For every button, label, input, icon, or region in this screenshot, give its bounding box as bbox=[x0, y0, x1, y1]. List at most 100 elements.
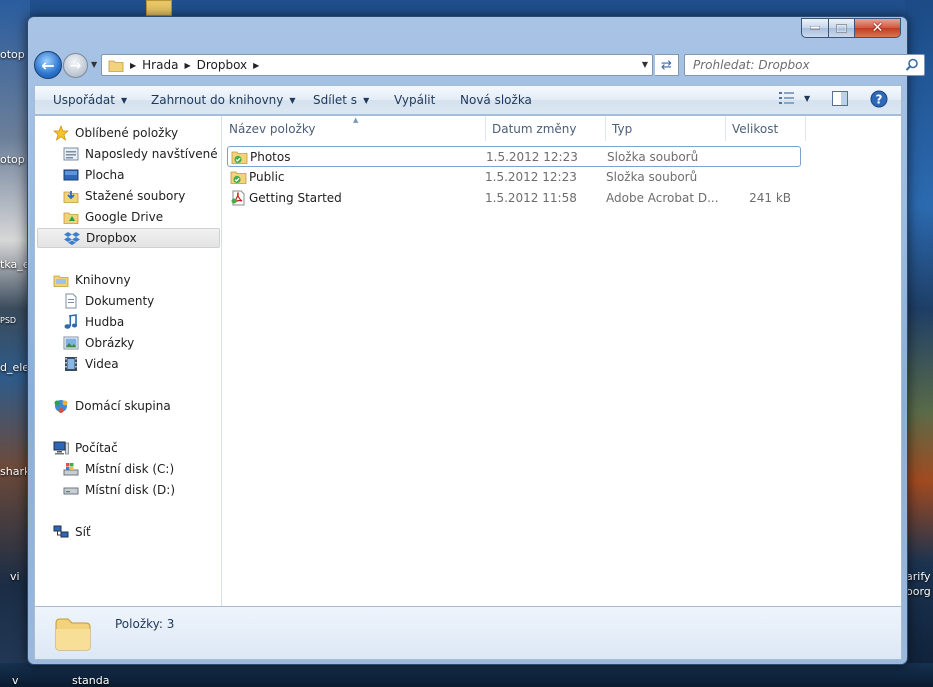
file-name: Getting Started bbox=[249, 191, 342, 205]
search-input[interactable] bbox=[685, 55, 895, 75]
file-row-public[interactable]: Public 1.5.2012 12:23 Složka souborů bbox=[227, 167, 801, 188]
breadcrumb-hrada[interactable]: Hrada bbox=[142, 58, 178, 72]
nav-item-dropbox[interactable]: Dropbox bbox=[37, 228, 220, 248]
nav-item-desktop[interactable]: Plocha bbox=[63, 165, 124, 185]
desktop-label[interactable]: shark bbox=[0, 465, 30, 478]
nav-item-label: Obrázky bbox=[85, 336, 135, 350]
nav-item-label: Stažené soubory bbox=[85, 189, 186, 203]
nav-homegroup-label: Domácí skupina bbox=[75, 399, 171, 413]
organize-button[interactable]: Uspořádat ▼ bbox=[53, 93, 127, 107]
nav-favorites[interactable]: Oblíbené položky bbox=[53, 123, 178, 143]
desktop-label[interactable]: v bbox=[12, 674, 19, 687]
breadcrumb-dropbox[interactable]: Dropbox bbox=[197, 58, 248, 72]
minimize-button[interactable] bbox=[801, 18, 829, 38]
details-pane: Položky: 3 bbox=[34, 606, 902, 660]
desktop-label[interactable]: d_ele bbox=[0, 361, 29, 374]
file-type: Adobe Acrobat D... bbox=[606, 191, 719, 205]
nav-favorites-label: Oblíbené položky bbox=[75, 126, 179, 140]
share-with-button[interactable]: Sdílet s ▼ bbox=[313, 93, 369, 107]
nav-network[interactable]: Síť bbox=[53, 522, 91, 542]
address-bar[interactable]: ▶ Hrada ▶ Dropbox ▶ ▼ bbox=[101, 54, 653, 76]
recent-pages-dropdown[interactable]: ▼ bbox=[91, 60, 97, 69]
desktop-left-strip bbox=[0, 0, 30, 687]
video-film-icon bbox=[65, 357, 77, 371]
desktop-label[interactable]: otop bbox=[0, 48, 25, 61]
network-icon bbox=[53, 525, 69, 538]
close-button[interactable]: ✕ bbox=[855, 18, 901, 38]
breadcrumb-chevron-icon[interactable]: ▶ bbox=[130, 61, 136, 70]
maximize-icon bbox=[836, 23, 847, 33]
star-icon bbox=[53, 125, 69, 141]
desktop-label[interactable]: oorg bbox=[906, 585, 931, 598]
nav-item-videos[interactable]: Videa bbox=[63, 354, 119, 374]
file-type: Složka souborů bbox=[606, 170, 698, 184]
desktop-label[interactable]: standa bbox=[72, 674, 109, 687]
breadcrumb-chevron-icon[interactable]: ▶ bbox=[184, 61, 190, 70]
search-icon[interactable] bbox=[905, 58, 919, 72]
help-button[interactable]: ? bbox=[870, 90, 888, 111]
music-note-icon bbox=[64, 314, 78, 329]
back-button[interactable]: ← bbox=[34, 51, 62, 79]
chevron-down-icon[interactable]: ▼ bbox=[642, 60, 648, 69]
homegroup-icon bbox=[54, 400, 68, 413]
libraries-icon bbox=[53, 275, 69, 287]
nav-item-music[interactable]: Hudba bbox=[63, 312, 124, 332]
nav-item-pictures[interactable]: Obrázky bbox=[63, 333, 134, 353]
nav-computer[interactable]: Počítač bbox=[53, 438, 118, 458]
column-header-type[interactable]: Typ bbox=[606, 116, 726, 141]
nav-item-downloads[interactable]: Stažené soubory bbox=[63, 186, 185, 206]
preview-pane-button[interactable] bbox=[832, 91, 848, 109]
refresh-button[interactable]: ⇄ bbox=[655, 54, 679, 76]
nav-libraries[interactable]: Knihovny bbox=[53, 270, 131, 290]
recent-places-icon bbox=[63, 147, 79, 161]
system-drive-icon bbox=[63, 463, 79, 476]
burn-button[interactable]: Vypálit bbox=[394, 93, 435, 107]
include-in-library-button[interactable]: Zahrnout do knihovny ▼ bbox=[151, 93, 296, 107]
nav-item-google-drive[interactable]: Google Drive bbox=[63, 207, 163, 227]
shared-folder-icon bbox=[230, 171, 247, 184]
desktop-label[interactable]: otop bbox=[0, 153, 25, 166]
column-type-label: Typ bbox=[612, 121, 633, 136]
desktop-label[interactable]: tka_e bbox=[0, 258, 30, 271]
maximize-button[interactable] bbox=[829, 18, 855, 38]
column-date-label: Datum změny bbox=[492, 121, 577, 136]
nav-item-label: Plocha bbox=[85, 168, 125, 182]
help-icon: ? bbox=[870, 90, 888, 108]
file-name: Public bbox=[249, 170, 285, 184]
desktop-right-strip bbox=[905, 0, 933, 687]
nav-item-disk-d[interactable]: Místní disk (D:) bbox=[63, 480, 175, 500]
explorer-window: ✕ ← → ▼ ▶ Hrada ▶ Dropbox ▶ ▼ ⇄ Prohleda… bbox=[27, 16, 925, 665]
folder-icon bbox=[55, 618, 91, 651]
nav-item-disk-c[interactable]: Místní disk (C:) bbox=[63, 459, 174, 479]
desktop-folder-icon[interactable] bbox=[146, 0, 172, 16]
desktop-label[interactable]: vi bbox=[10, 570, 20, 583]
pictures-icon bbox=[63, 336, 79, 350]
hard-drive-icon bbox=[63, 487, 79, 495]
file-row-photos[interactable]: Photos 1.5.2012 12:23 Složka souborů bbox=[227, 146, 801, 167]
file-name: Photos bbox=[250, 150, 291, 164]
google-drive-folder-icon bbox=[63, 212, 79, 224]
breadcrumb-chevron-icon[interactable]: ▶ bbox=[253, 61, 259, 70]
share-label: Sdílet s bbox=[313, 93, 358, 107]
file-date: 1.5.2012 12:23 bbox=[485, 170, 577, 184]
new-folder-button[interactable]: Nová složka bbox=[460, 93, 532, 107]
nav-item-documents[interactable]: Dokumenty bbox=[63, 291, 154, 311]
file-row-getting-started[interactable]: Getting Started 1.5.2012 11:58 Adobe Acr… bbox=[227, 188, 801, 209]
content-area: Oblíbené položky Naposledy navštívené Pl… bbox=[34, 116, 902, 606]
arrow-left-icon: ← bbox=[41, 55, 55, 75]
nav-item-label: Hudba bbox=[85, 315, 125, 329]
nav-homegroup[interactable]: Domácí skupina bbox=[53, 396, 171, 416]
change-view-button[interactable] bbox=[779, 91, 795, 108]
nav-item-label: Videa bbox=[85, 357, 119, 371]
column-header-name[interactable]: Název položky bbox=[223, 116, 486, 141]
desktop-label[interactable]: arify bbox=[906, 570, 931, 583]
caption-buttons: ✕ bbox=[801, 18, 901, 38]
column-header-date[interactable]: Datum změny bbox=[486, 116, 606, 141]
view-options-dropdown[interactable]: ▼ bbox=[804, 94, 810, 103]
nav-item-label: Dokumenty bbox=[85, 294, 155, 308]
forward-button[interactable]: → bbox=[63, 53, 88, 78]
include-library-label: Zahrnout do knihovny bbox=[151, 93, 284, 107]
desktop-label[interactable]: PSD bbox=[0, 316, 16, 325]
column-header-size[interactable]: Velikost bbox=[726, 116, 806, 141]
nav-item-recent[interactable]: Naposledy navštívené bbox=[63, 144, 218, 164]
